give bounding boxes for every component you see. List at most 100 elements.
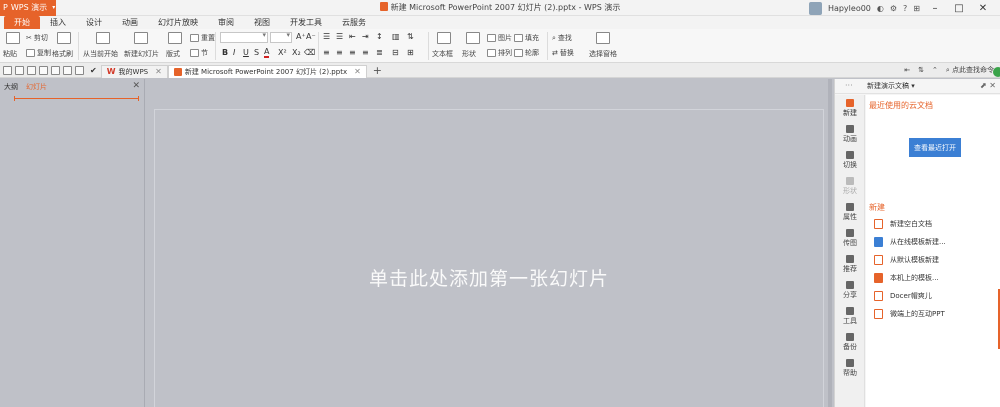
undo-icon[interactable] — [63, 65, 72, 75]
new-online-template-item[interactable]: 从在线模板新建... — [874, 237, 946, 247]
text-direction-icon[interactable]: ⇅ — [407, 32, 414, 41]
textbox-icon[interactable] — [437, 32, 451, 44]
rail-backup[interactable]: 备份 — [835, 333, 865, 352]
avatar[interactable] — [808, 1, 822, 15]
vertical-scrollbar[interactable] — [828, 79, 832, 407]
rail-tools[interactable]: 工具 — [835, 307, 865, 326]
outdent-icon[interactable]: ⇤ — [349, 32, 356, 41]
italic-button[interactable]: I — [233, 48, 235, 57]
align-right-icon[interactable]: ≡ — [349, 48, 356, 57]
more-icon[interactable]: ··· — [845, 81, 853, 90]
tab-developer[interactable]: 开发工具 — [280, 16, 332, 29]
font-shrink-button[interactable]: A⁻ — [306, 32, 316, 41]
font-name-select[interactable] — [220, 31, 268, 43]
rail-upload-image[interactable]: 传图 — [835, 229, 865, 248]
local-template-item[interactable]: 本机上的模板... — [874, 273, 939, 283]
align-text-icon[interactable]: ⊟ — [392, 48, 399, 57]
smartart-icon[interactable]: ⊞ — [407, 48, 414, 57]
selection-pane-button[interactable]: 选择窗格 — [589, 49, 617, 59]
interactive-ppt-item[interactable]: 微端上的互动PPT — [874, 309, 945, 319]
clear-format-icon[interactable]: ⌫ — [304, 48, 315, 57]
layout-button[interactable]: 版式 — [166, 49, 180, 59]
slide-frame[interactable]: 单击此处添加第一张幻灯片 — [154, 109, 824, 407]
tab-slideshow[interactable]: 幻灯片放映 — [148, 16, 208, 29]
rail-shape[interactable]: 形状 — [835, 177, 865, 196]
superscript-button[interactable]: X² — [278, 48, 287, 57]
tab-view[interactable]: 视图 — [244, 16, 280, 29]
open-folder-icon[interactable] — [3, 65, 12, 75]
brush-icon[interactable] — [57, 32, 71, 44]
previous-icon[interactable]: ⇤ — [904, 66, 910, 74]
textbox-button[interactable]: 文本框 — [432, 49, 453, 59]
fill-button[interactable]: 填充 — [514, 33, 539, 43]
paste-button[interactable]: 粘贴 — [3, 49, 17, 59]
indent-icon[interactable]: ⇥ — [362, 32, 369, 41]
print-icon[interactable] — [39, 65, 48, 75]
underline-button[interactable]: U — [243, 48, 249, 57]
line-spacing-icon[interactable]: ↕ — [376, 32, 383, 41]
new-slide-icon[interactable] — [134, 32, 148, 44]
sync-icon[interactable]: ⇅ — [918, 66, 924, 74]
rail-new[interactable]: 新建 — [835, 99, 865, 118]
shape-button[interactable]: 形状 — [462, 49, 476, 59]
cut-button[interactable]: ✂ 剪切 — [26, 33, 48, 43]
shadow-button[interactable]: S — [254, 48, 259, 57]
slideshow-icon[interactable] — [96, 32, 110, 44]
tab-design[interactable]: 设计 — [76, 16, 112, 29]
slide-canvas[interactable]: 单击此处添加第一张幻灯片 — [146, 79, 832, 407]
close-pane-icon[interactable]: ✕ — [132, 81, 140, 91]
close-icon[interactable]: ✕ — [155, 67, 162, 76]
tab-home[interactable]: 开始 — [4, 16, 40, 29]
image-button[interactable]: 图片 — [487, 33, 512, 43]
font-grow-button[interactable]: A⁺ — [296, 32, 306, 41]
new-slide-button[interactable]: 新建幻灯片 — [124, 49, 159, 59]
export-pdf-icon[interactable] — [27, 65, 36, 75]
subscript-button[interactable]: X₂ — [292, 48, 301, 57]
view-recent-button[interactable]: 查看最近打开 — [909, 138, 961, 157]
arrange-button[interactable]: 排列 — [487, 48, 512, 58]
close-button[interactable]: ✕ — [974, 3, 992, 14]
new-tab-button[interactable]: + — [373, 64, 382, 77]
new-default-template-item[interactable]: 从默认模板新建 — [874, 255, 939, 265]
add-slide-placeholder[interactable]: 单击此处添加第一张幻灯片 — [155, 264, 823, 291]
shape-icon[interactable] — [466, 32, 480, 44]
rail-share[interactable]: 分享 — [835, 281, 865, 300]
tab-cloud[interactable]: 云服务 — [332, 16, 376, 29]
rail-transition[interactable]: 切换 — [835, 151, 865, 170]
tab-review[interactable]: 审阅 — [208, 16, 244, 29]
tab-outline[interactable]: 大纲 — [4, 82, 18, 92]
format-painter-button[interactable]: 格式刷 — [52, 49, 73, 59]
tab-animation[interactable]: 动画 — [112, 16, 148, 29]
command-search[interactable]: ⌕ 点此查找命令 — [946, 65, 994, 75]
minimize-button[interactable]: – — [926, 3, 944, 14]
columns-icon[interactable]: ▥ — [392, 32, 400, 41]
rail-properties[interactable]: 属性 — [835, 203, 865, 222]
save-icon[interactable] — [15, 65, 24, 75]
redo-icon[interactable] — [75, 65, 84, 75]
align-left-icon[interactable]: ≡ — [323, 48, 330, 57]
section-button[interactable]: 节 — [190, 48, 208, 58]
docer-item[interactable]: Docer帽爽儿 — [874, 291, 932, 301]
find-button[interactable]: ⌕ 查找 — [552, 33, 572, 43]
distribute-icon[interactable]: ≣ — [376, 48, 383, 57]
minimize-ribbon-icon[interactable]: ⌃ — [932, 66, 938, 74]
new-blank-item[interactable]: 新建空白文档 — [874, 219, 932, 229]
align-center-icon[interactable]: ≡ — [336, 48, 343, 57]
skin-icon[interactable]: ◐ — [877, 4, 884, 13]
copy-button[interactable]: 复制 — [26, 48, 51, 58]
font-color-button[interactable]: A — [264, 48, 270, 58]
replace-button[interactable]: ⇄ 替换 — [552, 48, 574, 58]
tab-my-wps[interactable]: W 我的WPS ✕ — [100, 64, 168, 78]
rail-help[interactable]: 帮助 — [835, 359, 865, 378]
selection-pane-icon[interactable] — [596, 32, 610, 44]
pin-icon[interactable]: ⊞ — [913, 4, 920, 13]
preview-icon[interactable] — [51, 65, 60, 75]
rail-animation[interactable]: 动画 — [835, 125, 865, 144]
tab-slides[interactable]: 幻灯片 — [26, 82, 47, 92]
help-button[interactable]: ? — [903, 4, 907, 13]
tab-current-document[interactable]: 新建 Microsoft PowerPoint 2007 幻灯片 (2).ppt… — [167, 64, 367, 78]
maximize-button[interactable]: □ — [950, 3, 968, 14]
font-size-select[interactable] — [270, 31, 292, 43]
paste-icon[interactable] — [6, 32, 20, 44]
reset-button[interactable]: 重置 — [190, 33, 215, 43]
